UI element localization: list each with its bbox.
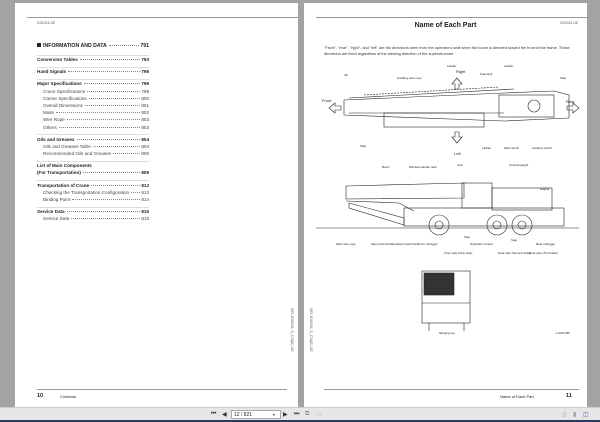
svg-text:Hydraulic oil tank: Hydraulic oil tank — [470, 242, 493, 246]
slinging-top-label: Slinging top — [439, 331, 455, 335]
svg-text:Main hook block: Main hook block — [371, 242, 393, 246]
svg-text:Left: Left — [454, 151, 462, 156]
toc-section[interactable]: Conversion Tables 793 — [37, 57, 149, 64]
toc-section[interactable]: Oils and Greases 804 — [37, 137, 149, 144]
toc-item[interactable]: Binding Point 814 — [37, 197, 149, 204]
svg-text:Rear axle (Second axle): Rear axle (Second axle) — [498, 251, 530, 255]
svg-text:Front outrigger: Front outrigger — [418, 242, 438, 246]
svg-text:Right: Right — [456, 69, 466, 74]
svg-text:Ladder: Ladder — [482, 146, 491, 150]
figure-code: 4-G4P2-888 — [556, 332, 570, 335]
svg-text:Rear outrigger: Rear outrigger — [536, 242, 555, 246]
toc-section[interactable]: Hand Signals 796 — [37, 69, 149, 76]
left-page: G02014-0E INFORMATION AND DATA 791 Conver… — [15, 3, 298, 407]
crane-diagram: Jib Auxiliary wire rope Ladder Right Fue… — [316, 64, 580, 335]
previous-page-icon[interactable]: ◀ — [222, 411, 227, 418]
pdf-toolbar: ⏮ ◀ 12 / 821 ▾ ▶ ⏭ ⧉ ▭ ▯ ▮ ◫ — [0, 407, 600, 420]
toc-section[interactable]: List of Main Components — [37, 163, 149, 170]
svg-text:Rear: Rear — [566, 99, 575, 104]
page-number: 11 — [566, 393, 572, 399]
toc-item[interactable]: Oils and Greases Table 804 — [37, 144, 149, 151]
svg-text:Fuel tank: Fuel tank — [480, 72, 493, 76]
toc-item[interactable]: Mass 802 — [37, 110, 149, 117]
side-view-labels: Boom Window washer tank Cab Counterweigh… — [336, 163, 558, 255]
top-view-labels: Jib Auxiliary wire rope Ladder Right Fue… — [322, 64, 575, 156]
top-view — [328, 77, 580, 144]
single-page-view-icon[interactable]: ▯ — [563, 411, 566, 418]
toc-item[interactable]: Others 803 — [37, 125, 149, 132]
fit-page-icon[interactable]: ▭ — [316, 411, 322, 418]
toc-item[interactable]: Crane Specifications 799 — [37, 89, 149, 96]
svg-text:Jib: Jib — [344, 73, 348, 77]
first-page-icon[interactable]: ⏮ — [211, 411, 216, 418]
toc-item[interactable]: Carrier Specifications 800 — [37, 96, 149, 103]
toc-section[interactable]: Major Specifications 799 — [37, 81, 149, 88]
svg-text:Step: Step — [560, 76, 567, 80]
svg-text:Engine: Engine — [540, 187, 550, 191]
svg-text:Counterweight: Counterweight — [509, 163, 529, 167]
toc-section[interactable]: (For Transportation) 809 — [37, 170, 149, 177]
side-code: GR-1000XL-3_CN(0)-1E — [290, 308, 295, 352]
svg-text:Ladder: Ladder — [504, 64, 513, 68]
svg-text:Front: Front — [322, 98, 332, 103]
svg-text:Step: Step — [360, 144, 367, 148]
toc-section[interactable]: Service Data 815 — [37, 209, 149, 216]
footer-label: Name of Each Part — [500, 394, 534, 399]
svg-text:Auxiliary wire rope: Auxiliary wire rope — [397, 76, 422, 80]
header-rule — [27, 17, 298, 18]
copy-icon[interactable]: ⧉ — [305, 411, 309, 418]
toc-item[interactable]: Recommended Oils and Greases 806 — [37, 151, 149, 158]
footer-label: Contents — [60, 394, 77, 399]
doc-code: G02014-0E — [37, 21, 55, 25]
svg-text:Boom: Boom — [382, 165, 390, 169]
side-code: GR-1000XL-3_CN(0)-1E — [309, 308, 314, 352]
table-of-contents: INFORMATION AND DATA 791 Conversion Table… — [37, 43, 149, 224]
toc-section[interactable]: Transportation of Crane 812 — [37, 183, 149, 190]
svg-text:Auxiliary hook block: Auxiliary hook block — [392, 242, 419, 246]
right-page: G02014-0E Name of Each Part "Front", "re… — [304, 3, 587, 407]
toc-title[interactable]: INFORMATION AND DATA 791 — [37, 43, 149, 52]
next-page-icon[interactable]: ▶ — [283, 411, 288, 418]
toc-item[interactable]: Service Data 815 — [37, 216, 149, 223]
toc-item[interactable]: Overall Dimensions 801 — [37, 103, 149, 110]
svg-text:Main winch: Main winch — [504, 146, 519, 150]
page-dropdown-icon[interactable]: ▾ — [273, 412, 275, 417]
svg-text:Ladder: Ladder — [447, 64, 456, 68]
svg-text:Front axle (First axle): Front axle (First axle) — [444, 251, 472, 255]
svg-text:Rear axle (Third axle): Rear axle (Third axle) — [529, 251, 558, 255]
two-page-view-icon[interactable]: ◫ — [583, 411, 589, 418]
svg-text:Window washer tank: Window washer tank — [409, 165, 437, 169]
svg-text:Auxiliary winch: Auxiliary winch — [532, 146, 552, 150]
continuous-view-icon[interactable]: ▮ — [573, 411, 576, 418]
square-bullet-icon — [37, 43, 41, 47]
page-number: 10 — [37, 393, 44, 399]
rear-view — [421, 270, 471, 331]
svg-text:Main wire rope: Main wire rope — [336, 242, 356, 246]
svg-text:Step: Step — [511, 238, 518, 242]
toc-item[interactable]: Checking the Transportation Configuratio… — [37, 190, 149, 197]
toc-item[interactable]: Wire Rope 803 — [37, 117, 149, 124]
svg-text:Step: Step — [464, 235, 471, 239]
svg-text:Cab: Cab — [457, 163, 463, 167]
last-page-icon[interactable]: ⏭ — [294, 411, 299, 418]
